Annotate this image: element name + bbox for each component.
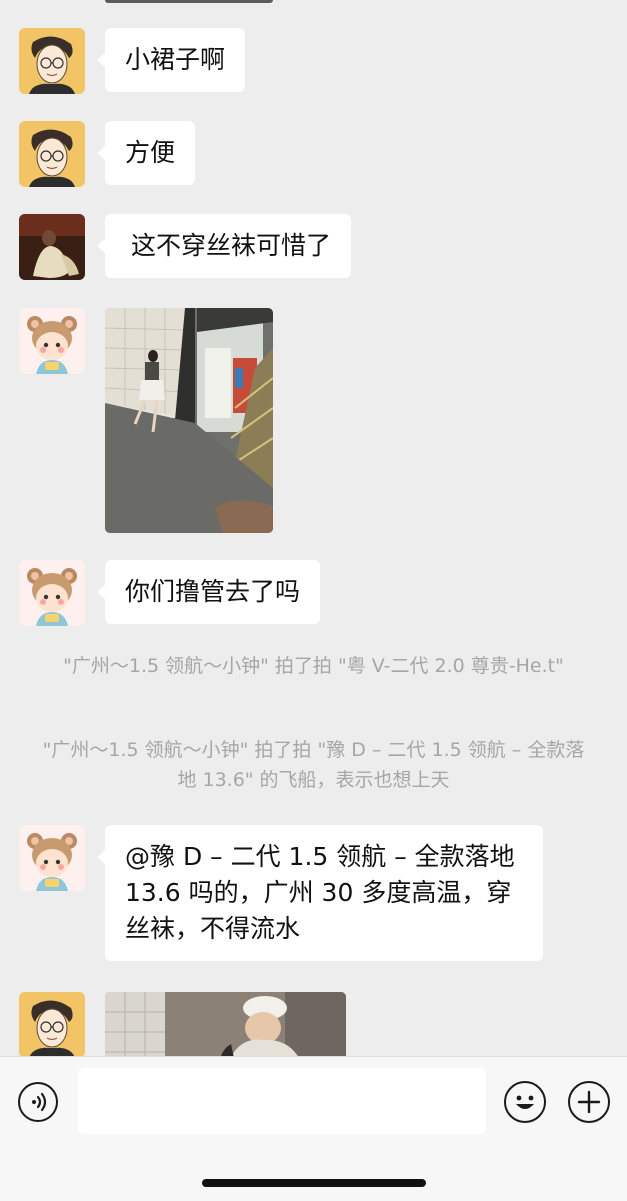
cook-photo[interactable] [105,992,346,1056]
message-bubble[interactable]: @豫 D – 二代 1.5 领航 – 全款落地 13.6 吗的，广州 30 多度… [97,825,543,961]
voice-icon[interactable] [18,1082,58,1122]
avatar[interactable] [19,214,85,280]
avatar[interactable] [19,560,85,626]
corridor-photo[interactable] [105,308,273,533]
previous-image-edge [105,0,273,3]
avatar[interactable] [19,825,85,891]
message-bubble[interactable]: 小裙子啊 [96,28,246,92]
message-input[interactable] [78,1068,486,1134]
message-bubble[interactable]: 这不穿丝袜可惜了 [96,214,352,278]
emoji-icon[interactable] [504,1081,546,1123]
plus-icon[interactable] [568,1081,610,1123]
chat-area[interactable]: 小裙子啊 方便 这不穿丝袜可惜了 你们撸管去了吗 "广州～1.5 领航～小钟" … [0,0,627,1056]
avatar[interactable] [19,308,85,374]
home-indicator[interactable] [202,1179,426,1187]
system-notice: "广州～1.5 领航～小钟" 拍了拍 "粤 V-二代 2.0 尊贵-He.t" [63,655,564,677]
system-notice: "广州～1.5 领航～小钟" 拍了拍 "豫 D – 二代 1.5 领航 – 全款… [42,739,585,791]
avatar[interactable] [19,992,85,1056]
avatar[interactable] [19,121,85,187]
input-bar [0,1056,627,1201]
message-bubble[interactable]: 方便 [96,121,196,185]
avatar[interactable] [19,28,85,94]
message-bubble[interactable]: 你们撸管去了吗 [96,560,321,624]
